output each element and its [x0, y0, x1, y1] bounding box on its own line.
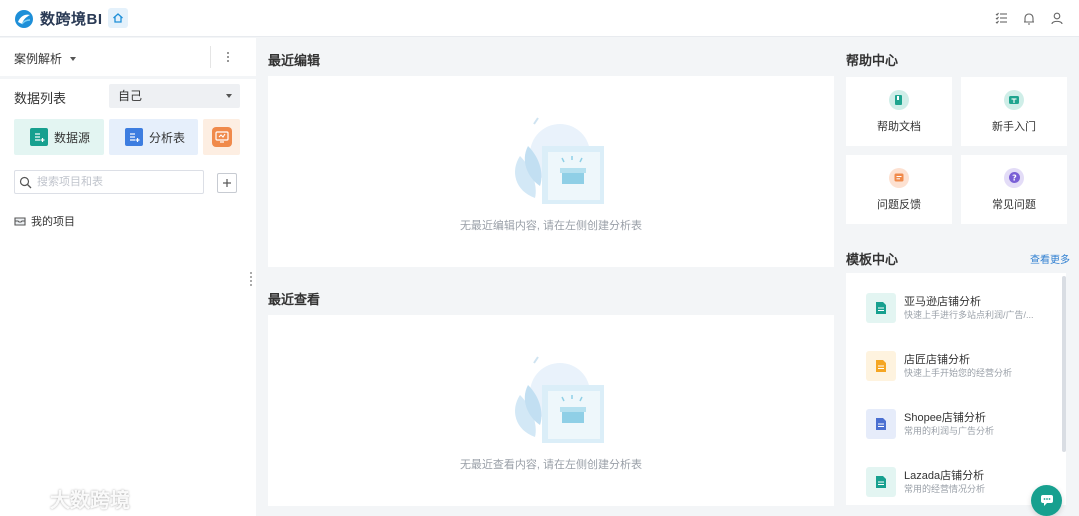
- chat-icon: [1040, 495, 1053, 506]
- resize-handle[interactable]: [250, 272, 252, 286]
- template-item[interactable]: Lazada店铺分析 常用的经营情况分析: [866, 467, 1044, 497]
- sidebar: 案例解析 数据列表 自己 数据源 分析表 我的项目: [0, 38, 256, 516]
- recent-view-panel: 无最近查看内容, 请在左侧创建分析表: [268, 315, 834, 506]
- dashboard-icon: [211, 127, 232, 147]
- help-center-title: 帮助中心: [846, 53, 899, 68]
- recent-view-title: 最近查看: [268, 292, 321, 307]
- datasource-label: 数据源: [54, 130, 91, 145]
- template-desc: 快速上手进行多站点利润/广告/...: [904, 309, 1034, 320]
- question-icon: ?: [1004, 167, 1024, 188]
- template-doc-icon: [866, 409, 896, 439]
- list-icon[interactable]: [993, 10, 1009, 26]
- logo-icon: [15, 9, 33, 28]
- analysis-table-icon: [125, 128, 143, 146]
- home-icon: [113, 13, 123, 23]
- template-desc: 常用的经营情况分析: [904, 483, 986, 494]
- feedback-card[interactable]: 问题反馈: [846, 155, 952, 224]
- faq-card[interactable]: ? 常见问题: [961, 155, 1067, 224]
- beginner-guide-card[interactable]: 新手入门: [961, 77, 1067, 146]
- search-input-wrapper: [14, 170, 204, 194]
- template-desc: 快速上手开始您的经营分析: [904, 367, 1013, 378]
- project-selector[interactable]: 案例解析: [14, 50, 77, 67]
- logo[interactable]: 数跨境BI: [14, 8, 103, 29]
- data-list-title: 数据列表: [14, 91, 67, 106]
- search-icon: [19, 176, 32, 188]
- top-bar: 数跨境BI: [0, 0, 1079, 37]
- user-icon[interactable]: [1049, 10, 1065, 26]
- chat-support-button[interactable]: [1031, 485, 1062, 516]
- tree-item-my-projects[interactable]: 我的项目: [14, 213, 75, 229]
- template-name: 亚马逊店铺分析: [904, 295, 981, 308]
- template-name: Shopee店铺分析: [904, 411, 986, 424]
- template-doc-icon: [866, 293, 896, 323]
- template-list-scrollbar[interactable]: [1062, 276, 1066, 452]
- folder-icon: [14, 217, 26, 226]
- home-button[interactable]: [108, 8, 128, 28]
- recent-edit-title: 最近编辑: [268, 53, 321, 68]
- owner-filter-value: 自己: [118, 89, 143, 103]
- recent-edit-panel: 无最近编辑内容, 请在左侧创建分析表: [268, 76, 834, 267]
- template-item[interactable]: Shopee店铺分析 常用的利润与广告分析: [866, 409, 1044, 439]
- view-more-link[interactable]: 查看更多: [1030, 251, 1070, 266]
- datasource-icon: [30, 128, 48, 146]
- empty-state-text: 无最近查看内容, 请在左侧创建分析表: [459, 459, 643, 471]
- template-desc: 常用的利润与广告分析: [904, 425, 995, 436]
- guide-icon: [1004, 89, 1024, 110]
- add-project-button[interactable]: [217, 173, 237, 193]
- template-list: 亚马逊店铺分析 快速上手进行多站点利润/广告/... 店匠店铺分析 快速上手开始…: [846, 273, 1066, 505]
- chevron-down-icon: [226, 94, 232, 98]
- watermark-logo-icon: [10, 491, 41, 508]
- empty-state-text: 无最近编辑内容, 请在左侧创建分析表: [459, 220, 643, 232]
- svg-text:?: ?: [1012, 174, 1017, 183]
- feedback-label: 问题反馈: [877, 198, 921, 211]
- faq-label: 常见问题: [992, 198, 1036, 211]
- analysis-table-button[interactable]: 分析表: [109, 119, 198, 155]
- datasource-button[interactable]: 数据源: [14, 119, 104, 155]
- help-doc-label: 帮助文档: [877, 120, 921, 133]
- tree-item-label: 我的项目: [31, 216, 75, 228]
- template-item[interactable]: 亚马逊店铺分析 快速上手进行多站点利润/广告/...: [866, 293, 1044, 323]
- document-icon: [889, 89, 909, 110]
- empty-state-illustration: [515, 356, 604, 443]
- template-item[interactable]: 店匠店铺分析 快速上手开始您的经营分析: [866, 351, 1044, 381]
- empty-state-illustration: [515, 117, 604, 204]
- owner-filter-select[interactable]: 自己: [109, 84, 240, 108]
- analysis-table-label: 分析表: [149, 130, 186, 145]
- project-selector-label: 案例解析: [14, 52, 63, 66]
- help-doc-card[interactable]: 帮助文档: [846, 77, 952, 146]
- watermark-text: 大数跨境: [50, 490, 130, 512]
- template-name: 店匠店铺分析: [904, 353, 970, 366]
- chevron-down-icon: [70, 56, 77, 61]
- watermark: 大数跨境: [8, 484, 130, 513]
- template-name: Lazada店铺分析: [904, 469, 985, 482]
- bell-icon[interactable]: [1021, 10, 1037, 26]
- dashboard-button[interactable]: [203, 119, 240, 155]
- beginner-guide-label: 新手入门: [992, 120, 1036, 133]
- template-doc-icon: [866, 467, 896, 497]
- logo-text: 数跨境BI: [40, 11, 103, 28]
- more-options-icon[interactable]: [222, 48, 234, 66]
- plus-icon: [223, 179, 231, 187]
- divider: [0, 76, 256, 79]
- template-doc-icon: [866, 351, 896, 381]
- feedback-icon: [889, 167, 909, 188]
- template-center-title: 模板中心: [846, 252, 899, 267]
- divider: [210, 46, 211, 68]
- search-input[interactable]: [37, 176, 197, 188]
